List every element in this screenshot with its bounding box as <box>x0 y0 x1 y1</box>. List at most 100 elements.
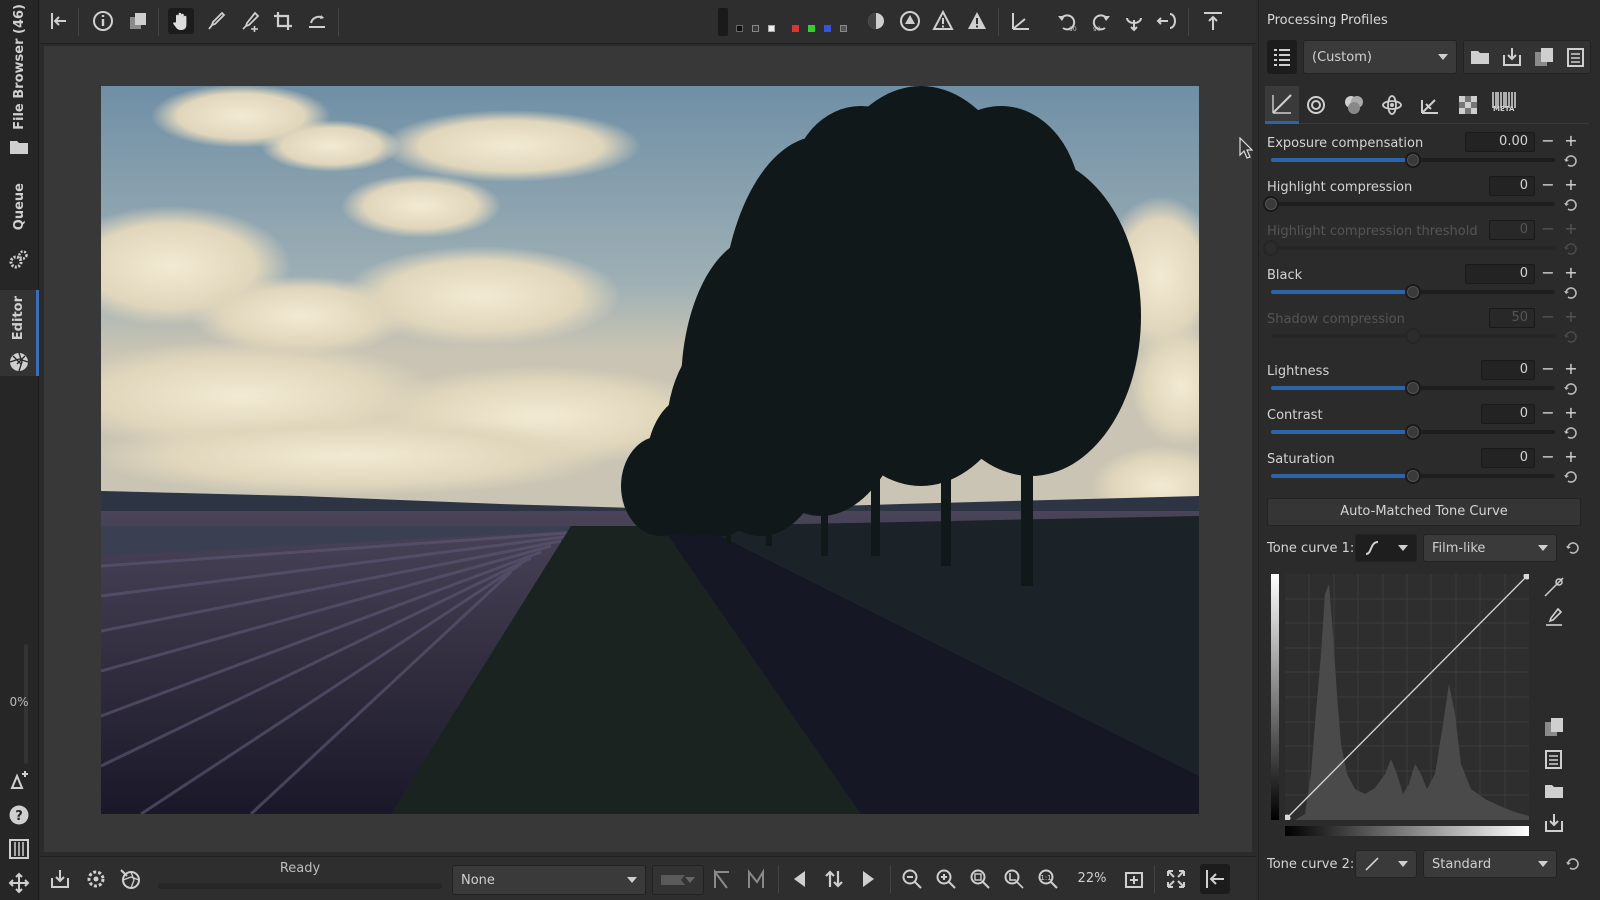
slider-value-field[interactable]: 0 <box>1465 264 1535 284</box>
slider-increment-button[interactable]: + <box>1563 132 1579 152</box>
tab-queue[interactable]: Queue <box>0 180 39 234</box>
slider-decrement-button[interactable]: − <box>1540 132 1556 152</box>
slider-value-field[interactable]: 0 <box>1481 448 1535 468</box>
flip-vertical-icon[interactable] <box>1121 8 1147 34</box>
slider-handle[interactable] <box>1405 468 1421 484</box>
before-after-icon[interactable] <box>125 8 151 34</box>
previous-image-guide-icon[interactable] <box>710 867 734 891</box>
paste-profile-icon[interactable] <box>1565 46 1587 68</box>
slider-decrement-button[interactable]: − <box>1540 404 1556 424</box>
bg-white-swatch[interactable] <box>768 25 775 32</box>
copy-profile-icon[interactable] <box>1533 46 1555 68</box>
slider-decrement-button[interactable]: − <box>1540 448 1556 468</box>
tab-details[interactable] <box>1305 94 1327 116</box>
next-image-icon[interactable] <box>856 867 880 891</box>
external-editor-icon[interactable] <box>118 867 142 891</box>
slider-decrement-button[interactable]: − <box>1540 360 1556 380</box>
curve-load-folder-icon[interactable] <box>1543 780 1565 802</box>
hand-tool-icon[interactable] <box>168 8 194 34</box>
bg-gray-swatch[interactable] <box>752 25 759 32</box>
curve-copy-icon[interactable] <box>1543 716 1565 738</box>
slider-value-field[interactable]: 0 <box>1481 360 1535 380</box>
tone-curve-1-reset-icon[interactable] <box>1565 541 1579 555</box>
save-image-icon[interactable] <box>48 867 72 891</box>
tone-curve-1-type-combo[interactable] <box>1355 534 1417 562</box>
slider-reset-icon[interactable] <box>1563 426 1577 440</box>
sync-browser-icon[interactable] <box>822 867 846 891</box>
load-profile-folder-icon[interactable] <box>1469 46 1491 68</box>
zoom-in-icon[interactable] <box>934 867 958 891</box>
zoom-fit-crop-icon[interactable] <box>1002 867 1026 891</box>
folder-icon[interactable] <box>8 136 30 158</box>
hide-top-panel-icon[interactable] <box>1200 8 1226 34</box>
slider-track[interactable] <box>1271 424 1555 440</box>
channel-blue-swatch[interactable] <box>824 25 831 32</box>
slider-reset-icon[interactable] <box>1563 470 1577 484</box>
crop-icon[interactable] <box>270 8 296 34</box>
focus-mask-icon[interactable] <box>863 8 889 34</box>
tone-curve-2-type-combo[interactable] <box>1355 850 1417 878</box>
slider-track[interactable] <box>1271 468 1555 484</box>
tone-curve-2-reset-icon[interactable] <box>1565 857 1579 871</box>
bg-black-swatch[interactable] <box>736 25 743 32</box>
slider-track[interactable] <box>1263 196 1555 212</box>
hide-right-panel-icon[interactable] <box>1200 864 1230 894</box>
slider-handle[interactable] <box>1405 424 1421 440</box>
shadow-warning-icon[interactable] <box>964 8 990 34</box>
toggle-fullscreen-icon[interactable] <box>1164 867 1188 891</box>
help-icon[interactable]: ? <box>8 804 30 826</box>
slider-track[interactable] <box>1271 152 1555 168</box>
tab-metadata[interactable]: META <box>1491 92 1521 118</box>
new-window-icon[interactable] <box>8 770 30 792</box>
curve-picker-icon[interactable] <box>1543 606 1565 628</box>
white-balance-picker-icon[interactable] <box>203 8 229 34</box>
fullscreen-icon[interactable] <box>8 872 30 894</box>
gears-icon[interactable] <box>8 248 30 270</box>
profile-list-toggle[interactable] <box>1267 40 1297 74</box>
slider-reset-icon[interactable] <box>1563 382 1577 396</box>
profile-select-combo[interactable]: None <box>452 865 646 895</box>
slider-increment-button[interactable]: + <box>1563 448 1579 468</box>
tab-advanced[interactable] <box>1381 94 1403 116</box>
flip-horizontal-icon[interactable] <box>1154 8 1180 34</box>
save-profile-icon[interactable] <box>1501 46 1523 68</box>
tone-curve-1-mode-combo[interactable]: Film-like <box>1423 534 1557 562</box>
slider-track[interactable] <box>1271 284 1555 300</box>
tab-file-browser[interactable]: File Browser (46) <box>0 4 39 130</box>
tab-exposure[interactable] <box>1265 86 1299 124</box>
photo-preview[interactable] <box>101 86 1199 814</box>
curve-save-icon[interactable] <box>1543 812 1565 834</box>
zoom-100-icon[interactable]: 1:1 <box>1036 867 1060 891</box>
channel-green-swatch[interactable] <box>808 25 815 32</box>
slider-track[interactable] <box>1271 380 1555 396</box>
slider-decrement-button[interactable]: − <box>1540 264 1556 284</box>
slider-reset-icon[interactable] <box>1563 154 1577 168</box>
slider-increment-button[interactable]: + <box>1563 264 1579 284</box>
slider-value-field[interactable]: 0 <box>1481 404 1535 424</box>
color-picker-icon[interactable] <box>237 8 263 34</box>
slider-handle[interactable] <box>1405 380 1421 396</box>
zoom-fit-icon[interactable] <box>968 867 992 891</box>
highlight-warning-icon[interactable] <box>930 8 956 34</box>
tab-transform[interactable] <box>1419 94 1441 116</box>
sliders-icon[interactable] <box>8 838 30 860</box>
previous-image-icon[interactable] <box>788 867 812 891</box>
channel-red-swatch[interactable] <box>792 25 799 32</box>
slider-handle[interactable] <box>1263 196 1279 212</box>
slider-increment-button[interactable]: + <box>1563 176 1579 196</box>
slider-increment-button[interactable]: + <box>1563 404 1579 424</box>
info-icon[interactable] <box>90 8 116 34</box>
slider-value-field[interactable]: 0 <box>1489 176 1535 196</box>
perspective-icon[interactable] <box>1008 8 1034 34</box>
tab-color[interactable] <box>1343 94 1365 116</box>
tone-curve-2-mode-combo[interactable]: Standard <box>1423 850 1557 878</box>
rotate-left-icon[interactable]: 90 <box>1054 8 1080 34</box>
slider-value-field[interactable]: 0.00 <box>1465 132 1535 152</box>
curve-paste-icon[interactable] <box>1543 748 1565 770</box>
curve-edit-point-icon[interactable] <box>1543 576 1565 598</box>
slider-handle[interactable] <box>1405 284 1421 300</box>
zoom-out-icon[interactable] <box>900 867 924 891</box>
next-image-guide-icon[interactable] <box>744 867 768 891</box>
processing-profile-combo[interactable]: (Custom) <box>1303 40 1457 74</box>
colormanagement-combo[interactable] <box>652 865 704 895</box>
